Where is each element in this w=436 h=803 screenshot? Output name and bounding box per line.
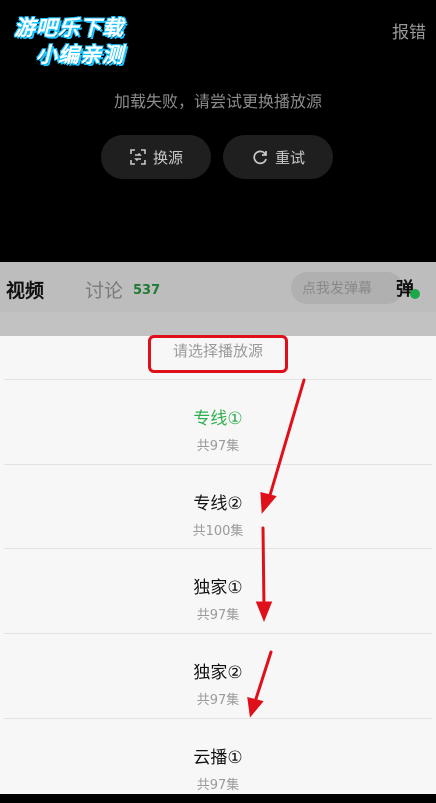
switch-source-icon	[130, 149, 146, 165]
dimmed-content-strip	[0, 312, 436, 336]
source-option-4[interactable]: 独家② 共97集	[4, 634, 432, 718]
watermark-logo: 游吧乐下载 小编亲测	[6, 10, 156, 70]
source-option-count: 共97集	[196, 693, 240, 708]
retry-button[interactable]: 重试	[223, 135, 333, 179]
source-picker-sheet: 请选择播放源 专线① 共97集 专线② 共100集 独家① 共97集 独家② 共…	[0, 335, 436, 794]
switch-source-label: 换源	[152, 148, 183, 167]
switch-source-button[interactable]: 换源	[101, 135, 211, 179]
load-error-message: 加载失败，请尝试更换播放源	[113, 92, 322, 111]
source-option-count: 共97集	[196, 608, 240, 623]
tab-bar: 视频 讨论 537 点我发弹幕 弹	[0, 262, 436, 312]
tab-video[interactable]: 视频	[6, 276, 44, 303]
danmaku-on-indicator-icon	[410, 289, 420, 299]
watermark-line-1: 游吧乐下载	[14, 16, 124, 40]
source-option-name: 专线②	[193, 494, 243, 514]
source-option-3[interactable]: 独家① 共97集	[4, 549, 432, 633]
source-option-name: 独家①	[193, 578, 243, 598]
source-option-name: 独家②	[193, 663, 243, 683]
tab-comments[interactable]: 讨论	[85, 276, 123, 303]
source-option-count: 共100集	[192, 524, 244, 539]
source-option-count: 共97集	[196, 439, 240, 454]
danmaku-placeholder: 点我发弹幕	[302, 281, 372, 297]
danmaku-input[interactable]: 点我发弹幕	[291, 272, 403, 304]
source-option-count: 共97集	[196, 778, 240, 793]
source-option-5[interactable]: 云播① 共97集	[4, 719, 432, 803]
video-player[interactable]: 游吧乐下载 小编亲测 报错 加载失败，请尝试更换播放源 换源 重试	[0, 0, 436, 262]
source-option-name: 云播①	[193, 748, 243, 768]
danmaku-toggle[interactable]: 弹	[396, 275, 426, 305]
source-option-name: 专线①	[193, 409, 243, 429]
source-option-2[interactable]: 专线② 共100集	[4, 465, 432, 549]
report-button[interactable]: 报错	[392, 18, 426, 43]
watermark-line-2: 小编亲测	[36, 43, 124, 67]
refresh-icon	[253, 150, 267, 165]
source-option-1[interactable]: 专线① 共97集	[4, 380, 432, 464]
retry-label: 重试	[274, 148, 305, 167]
annotation-highlight-box	[148, 335, 288, 373]
comment-count-badge: 537	[133, 283, 161, 298]
